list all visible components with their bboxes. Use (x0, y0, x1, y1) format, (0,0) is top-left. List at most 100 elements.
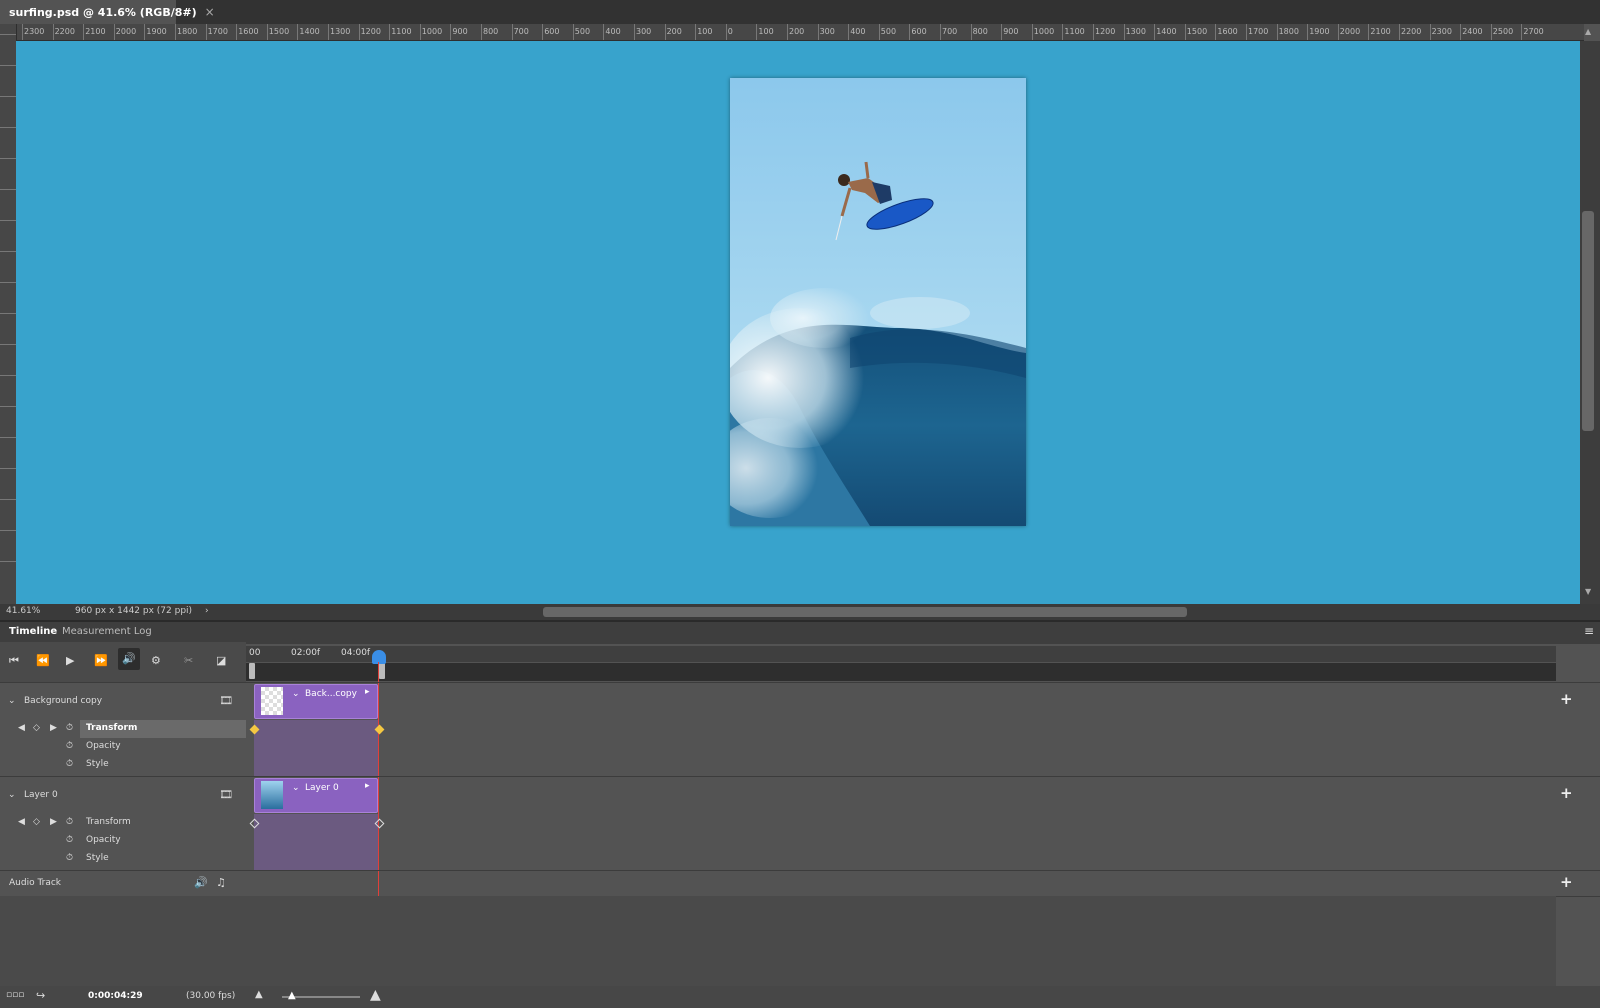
work-area-start-handle[interactable] (249, 663, 255, 679)
vertical-scroll-thumb[interactable] (1582, 211, 1594, 431)
prev-keyframe-icon[interactable]: ◀ (18, 723, 25, 733)
zoom-slider-thumb[interactable]: ▲ (288, 990, 296, 1001)
clip-chevron-icon[interactable]: ⌄ (292, 689, 300, 699)
ruler-tick (0, 158, 16, 159)
ruler-label: 1900 (146, 27, 167, 36)
panel-menu-icon[interactable]: ≡ (1584, 624, 1594, 638)
horizontal-ruler[interactable]: 2300 2200 2100 2000 1900 1800 1700 1600 1500 1400… (16, 24, 1584, 41)
ruler-label: 800 (483, 27, 499, 36)
ruler-label: 700 (942, 27, 958, 36)
clip-background-copy[interactable]: ⌄ Back...copy ▸ (254, 684, 378, 719)
prop-row-style[interactable]: ⏱ Style (0, 850, 246, 868)
tab-measurement-log[interactable]: Measurement Log (62, 626, 152, 637)
audio-volume-icon[interactable]: 🔊 (194, 876, 208, 889)
playhead-handle[interactable] (372, 650, 386, 664)
render-video-icon[interactable]: ↪ (36, 989, 45, 1002)
go-to-first-frame-icon[interactable]: ⏮ (9, 654, 19, 668)
stopwatch-icon[interactable]: ⏱ (66, 723, 73, 733)
status-menu-arrow[interactable]: › (205, 606, 209, 616)
ruler-tick (1184, 24, 1186, 40)
timeline-footer: ▫▫▫ ↪ 0:00:04:29 (30.00 fps) ▲ ▲ ▲ (0, 986, 1600, 1008)
work-area-end-handle[interactable] (379, 663, 385, 679)
prop-row-style[interactable]: ⏱ Style (0, 756, 246, 774)
ruler-label: 500 (880, 27, 897, 36)
ruler-tick (695, 24, 697, 40)
timeline-empty-area[interactable] (246, 896, 1556, 986)
prop-row-opacity[interactable]: ⏱ Opacity (0, 832, 246, 850)
ruler-label: 200 (789, 27, 805, 36)
horizontal-scroll-thumb[interactable] (543, 607, 1187, 617)
stopwatch-icon[interactable]: ⏱ (66, 835, 73, 845)
add-keyframe-icon[interactable]: ◇ (33, 723, 40, 733)
clip-thumbnail (261, 687, 283, 715)
ruler-tick (1307, 24, 1309, 40)
ruler-label: 1800 (177, 27, 198, 36)
next-keyframe-icon[interactable]: ▶ (50, 817, 57, 827)
timecode-display[interactable]: 0:00:04:29 (88, 991, 143, 1001)
ruler-tick (144, 24, 146, 40)
next-keyframe-icon[interactable]: ▶ (50, 723, 57, 733)
settings-gear-icon[interactable]: ⚙ (151, 654, 161, 667)
ruler-tick (175, 24, 176, 40)
film-strip-icon[interactable]: 🎞 (219, 788, 233, 801)
film-strip-icon[interactable]: 🎞 (219, 694, 233, 707)
ruler-tick (236, 24, 238, 40)
scroll-up-icon[interactable]: ▲ (1585, 27, 1591, 36)
stopwatch-icon[interactable]: ⏱ (66, 741, 73, 751)
zoom-in-icon[interactable]: ▲ (370, 987, 381, 1003)
track-background-copy[interactable]: ⌄ Background copy 🎞 (0, 682, 246, 720)
ruler-label: 1300 (1125, 27, 1146, 36)
track-layer-0[interactable]: ⌄ Layer 0 🎞 (0, 776, 246, 814)
prop-row-transform[interactable]: ◀ ◇ ▶ ⏱ Transform (0, 814, 246, 832)
scroll-down-icon[interactable]: ▼ (1585, 587, 1591, 596)
clip-chevron-icon[interactable]: ⌄ (292, 783, 300, 793)
play-icon[interactable]: ▶ (66, 654, 74, 667)
time-ruler[interactable]: 00 02:00f 04:00f (246, 646, 1556, 662)
tab-timeline[interactable]: Timeline (9, 626, 57, 637)
ruler-label: 600 (911, 27, 927, 36)
ruler-tick (266, 24, 268, 40)
transition-icon[interactable]: ◪ (216, 654, 226, 667)
document-tab[interactable]: surfing.psd @ 41.6% (RGB/8#) × (0, 0, 215, 24)
audio-track[interactable]: Audio Track 🔊 ♫ (0, 870, 246, 896)
mute-audio-icon[interactable]: 🔊 (118, 648, 140, 670)
next-frame-icon[interactable]: ⏩ (94, 654, 108, 667)
stopwatch-icon[interactable]: ⏱ (66, 759, 73, 769)
previous-frame-icon[interactable]: ⏪ (36, 654, 50, 667)
ruler-tick (0, 561, 16, 562)
ruler-label: 2200 (54, 27, 75, 36)
stopwatch-icon[interactable]: ⏱ (66, 817, 73, 827)
add-media-icon[interactable]: + (1560, 784, 1573, 802)
stopwatch-icon[interactable]: ⏱ (66, 853, 73, 863)
zoom-out-icon[interactable]: ▲ (255, 989, 263, 1000)
document-image[interactable] (730, 78, 1026, 526)
expand-chevron-icon[interactable]: ⌄ (8, 696, 16, 706)
clip-properties-area (254, 720, 378, 776)
ruler-tick (878, 24, 880, 40)
ruler-tick (787, 24, 788, 40)
ruler-tick (1246, 24, 1247, 40)
music-note-icon[interactable]: ♫ (216, 876, 226, 889)
frame-animation-icon[interactable]: ▫▫▫ (6, 990, 24, 1000)
add-media-icon[interactable]: + (1560, 690, 1573, 708)
work-area-bar[interactable] (246, 663, 1556, 681)
prop-row-opacity[interactable]: ⏱ Opacity (0, 738, 246, 756)
clip-menu-icon[interactable]: ▸ (365, 781, 370, 791)
clip-layer-0[interactable]: ⌄ Layer 0 ▸ (254, 778, 378, 813)
add-keyframe-icon[interactable]: ◇ (33, 817, 40, 827)
expand-chevron-icon[interactable]: ⌄ (8, 790, 16, 800)
ruler-tick (542, 24, 544, 40)
ruler-label: 500 (574, 27, 591, 36)
ruler-tick (328, 24, 329, 40)
ruler-tick (0, 468, 16, 469)
clip-menu-icon[interactable]: ▸ (365, 687, 370, 697)
vertical-ruler[interactable] (0, 24, 17, 604)
close-tab-icon[interactable]: × (205, 5, 215, 19)
prop-row-transform[interactable]: ◀ ◇ ▶ ⏱ Transform (0, 720, 246, 738)
ruler-tick (1399, 24, 1400, 40)
prev-keyframe-icon[interactable]: ◀ (18, 817, 25, 827)
split-scissors-icon[interactable]: ✂ (184, 654, 193, 667)
track-row-layer-0: ⌄ Layer 0 ▸ (246, 776, 1556, 814)
zoom-level[interactable]: 41.61% (6, 606, 40, 616)
add-audio-icon[interactable]: + (1560, 873, 1573, 891)
